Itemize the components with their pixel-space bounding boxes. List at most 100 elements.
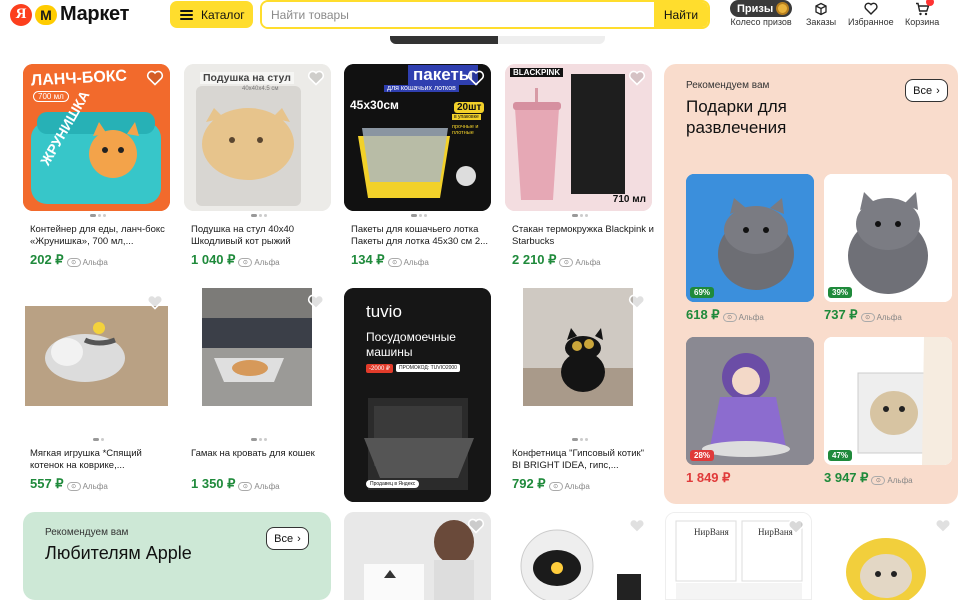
gift-card[interactable]: 47% 3 947 ₽ ⊙ Альфа	[824, 337, 952, 486]
favorite-heart-icon[interactable]	[628, 517, 646, 535]
image-badge: 20шт	[454, 102, 485, 113]
logo-m: М	[35, 4, 57, 25]
product-card[interactable]: Мягкая игрушка *Спящий котенок на коврик…	[23, 288, 173, 492]
nav-label: Избранное	[848, 17, 894, 27]
alfa-label: Альфа	[876, 313, 902, 322]
alfa-card-icon: ⊙	[238, 482, 253, 491]
alfa-card-icon: ⊙	[66, 482, 81, 491]
product-card[interactable]: Подушка на стул 40x40x4.5 см Подушка на …	[184, 64, 334, 268]
catalog-button[interactable]: Каталог	[170, 1, 253, 28]
image-subtext: 700 мл	[33, 91, 69, 102]
ad-image[interactable]: tuvio Посудомоечные машины -2000 ₽ ПРОМО…	[344, 288, 491, 502]
gift-price: 3 947 ₽	[824, 470, 869, 485]
product-brand: НирВаня	[694, 527, 729, 537]
alfa-card-icon: ⊙	[548, 482, 563, 491]
product-image[interactable]: пакеты для кошачьих лотков 45х30см 20шт …	[344, 64, 491, 211]
heart-icon	[864, 2, 878, 15]
favorite-heart-icon[interactable]	[787, 518, 805, 536]
gift-image[interactable]: 47%	[824, 337, 952, 465]
product-title[interactable]: Гамак на кровать для кошек	[184, 448, 334, 472]
product-price-row: 792 ₽ ⊙ Альфа	[505, 476, 655, 492]
product-card[interactable]: Конфетница "Гипсовый котик" BI BRIGHT ID…	[505, 288, 655, 492]
ad-seller: Продавец в Яндекс	[366, 480, 420, 488]
product-image[interactable]	[505, 288, 652, 435]
product-price-row: 1 040 ₽ ⊙ Альфа	[184, 252, 334, 268]
ad-heading: Посудомоечные машины	[366, 330, 456, 359]
gift-card[interactable]: 69% 618 ₽ ⊙ Альфа	[686, 174, 814, 323]
alfa-card-icon: ⊙	[871, 476, 886, 485]
favorite-heart-icon[interactable]	[628, 69, 646, 87]
header: Я М Маркет Каталог Найти Призы Колесо пр…	[0, 0, 958, 30]
product-title[interactable]: Мягкая игрушка *Спящий котенок на коврик…	[23, 448, 173, 472]
image-pager	[344, 214, 494, 218]
product-price: 2 210 ₽	[512, 252, 557, 267]
search-input[interactable]	[262, 2, 654, 27]
nav-favorites[interactable]: Избранное	[848, 0, 894, 27]
product-card[interactable]: ЛАНЧ-БОКС 700 мл ЖРУНИШКА Контейнер для …	[23, 64, 173, 268]
product-price-row: 2 210 ₽ ⊙ Альфа	[505, 252, 655, 268]
favorite-heart-icon[interactable]	[467, 517, 485, 535]
favorite-heart-icon[interactable]	[934, 517, 952, 535]
yandex-market-logo[interactable]: Я М Маркет	[10, 3, 129, 26]
product-title[interactable]: Подушка на стул 40х40 Шкодливый кот рыжи…	[184, 224, 334, 248]
product-card[interactable]: пакеты для кошачьих лотков 45х30см 20шт …	[344, 64, 494, 268]
ad-code: ПРОМОКОД: TUVIO2000	[396, 364, 460, 372]
image-pager	[184, 214, 334, 218]
product-image[interactable]	[184, 288, 331, 435]
product-card[interactable]: BLACKPINK 710 мл Стакан термокружка Blac…	[505, 64, 655, 268]
gift-image[interactable]: 39%	[824, 174, 952, 302]
nav-label: Заказы	[806, 17, 837, 27]
product-price-row: 134 ₽ ⊙ Альфа	[344, 252, 494, 268]
product-image[interactable]	[23, 288, 170, 435]
favorite-heart-icon[interactable]	[467, 69, 485, 87]
product-card[interactable]: Гамак на кровать для кошек 1 350 ₽ ⊙ Альфа	[184, 288, 334, 492]
menu-icon	[180, 9, 193, 20]
product-title[interactable]: Стакан термокружка Blackpink и Starbucks	[505, 224, 655, 248]
product-card[interactable]	[826, 512, 958, 600]
see-all-button[interactable]: Все ›	[905, 79, 948, 102]
see-all-label: Все	[913, 84, 933, 97]
product-title[interactable]: Пакеты для кошачьего лотка Пакеты для ло…	[344, 224, 494, 248]
image-text: Подушка на стул	[200, 72, 294, 84]
carousel-pager[interactable]	[390, 36, 605, 44]
gift-price-row: 3 947 ₽ ⊙ Альфа	[824, 470, 952, 486]
product-card[interactable]: НирВаня НирВаня	[665, 512, 812, 600]
image-size: 45х30см	[350, 98, 399, 112]
alfa-label: Альфа	[738, 313, 764, 322]
gift-card[interactable]: 39% 737 ₽ ⊙ Альфа	[824, 174, 952, 323]
alfa-label: Альфа	[254, 482, 280, 491]
favorite-heart-icon[interactable]	[307, 69, 325, 87]
favorite-heart-icon[interactable]	[146, 293, 164, 311]
product-card[interactable]	[505, 512, 652, 600]
prizes-label: Призы	[737, 2, 774, 15]
search-button[interactable]: Найти	[654, 2, 708, 27]
anime-figure-image	[686, 337, 814, 465]
alfa-card-icon: ⊙	[387, 258, 402, 267]
product-image[interactable]: Подушка на стул 40x40x4.5 см	[184, 64, 331, 211]
see-all-button[interactable]: Все ›	[266, 527, 309, 550]
product-image[interactable]: ЛАНЧ-БОКС 700 мл ЖРУНИШКА	[23, 64, 170, 211]
product-image[interactable]: BLACKPINK 710 мл	[505, 64, 652, 211]
nav-orders[interactable]: Заказы	[806, 0, 836, 27]
product-title[interactable]: Конфетница "Гипсовый котик" BI BRIGHT ID…	[505, 448, 655, 472]
product-title[interactable]: Контейнер для еды, ланч-бокс «Жрунишка»,…	[23, 224, 173, 248]
nav-cart[interactable]: Корзина	[905, 0, 939, 27]
ad-card[interactable]: tuvio Посудомоечные машины -2000 ₽ ПРОМО…	[344, 288, 494, 502]
gift-card[interactable]: 28% 1 849 ₽	[686, 337, 814, 486]
favorite-heart-icon[interactable]	[146, 69, 164, 87]
gift-recommendation-block: Рекомендуем вам Подарки для развлечения …	[664, 64, 958, 504]
gift-image[interactable]: 69%	[686, 174, 814, 302]
ad-brand: tuvio	[366, 302, 402, 321]
gift-image[interactable]: 28%	[686, 337, 814, 465]
nav-prize-wheel[interactable]: Призы Колесо призов	[730, 0, 793, 27]
block-subtitle: Рекомендуем вам	[45, 527, 129, 538]
logo-ya: Я	[10, 3, 32, 26]
nav-label: Колесо призов	[730, 17, 792, 27]
favorite-heart-icon[interactable]	[307, 293, 325, 311]
prizes-pill: Призы	[730, 0, 793, 17]
favorite-heart-icon[interactable]	[628, 293, 646, 311]
product-card[interactable]	[344, 512, 491, 600]
discount-badge: 47%	[828, 450, 853, 461]
search-bar: Найти	[260, 0, 710, 29]
nav-label: Корзина	[905, 17, 940, 27]
